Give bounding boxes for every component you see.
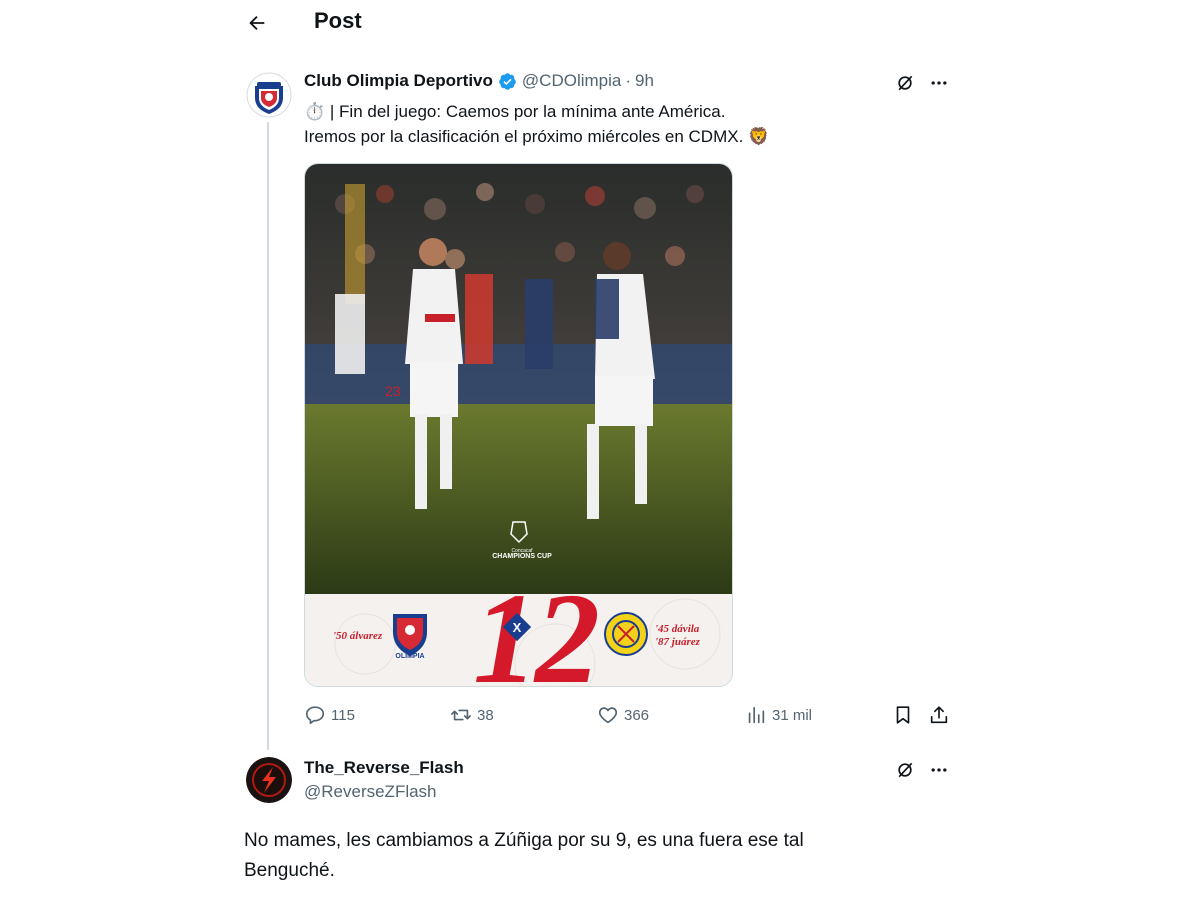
- bookmark-button[interactable]: [892, 704, 914, 726]
- views-button[interactable]: 31 mil: [745, 704, 812, 726]
- verified-badge-icon: [499, 72, 516, 90]
- heart-icon: [598, 707, 618, 724]
- more-icon: [931, 81, 947, 85]
- thread-line: [267, 122, 269, 750]
- post-text: ⏱️ | Fin del juego: Caemos por la mínima…: [304, 99, 864, 149]
- away-scorer: '87 juárez: [655, 636, 701, 648]
- repost-count: 38: [477, 706, 494, 724]
- separator-dot: ·: [625, 71, 632, 90]
- post-text-line: Iremos por la clasificación el próximo m…: [304, 127, 770, 146]
- olimpia-logo: [246, 72, 292, 118]
- page-header: Post: [0, 0, 1200, 44]
- reply-author-handle[interactable]: @ReverseZFlash: [304, 782, 464, 802]
- share-button[interactable]: [928, 704, 950, 726]
- away-team-badge: [604, 612, 648, 656]
- grok-button[interactable]: [895, 73, 915, 93]
- grok-button[interactable]: [895, 760, 915, 780]
- author-handle[interactable]: @CDOlimpia: [522, 71, 621, 91]
- post-top-actions: [895, 73, 949, 93]
- reply-count: 115: [331, 706, 355, 724]
- repost-icon: [451, 709, 471, 721]
- post-actions-bar: 115 38 366 31 mil: [304, 704, 950, 728]
- bookmark-icon: [896, 706, 910, 724]
- reply-button[interactable]: 115: [304, 704, 355, 726]
- post-text-line: ⏱️ | Fin del juego: Caemos por la mínima…: [304, 102, 726, 121]
- page-title: Post: [314, 8, 362, 33]
- reply-text-line: No mames, les cambiamos a Zúñiga por su …: [244, 830, 804, 851]
- svg-text:X: X: [513, 620, 522, 635]
- author-name[interactable]: Club Olimpia Deportivo: [304, 71, 493, 91]
- svg-text:OLIMPIA: OLIMPIA: [395, 653, 424, 660]
- home-team-badge: OLIMPIA: [393, 614, 427, 660]
- repost-button[interactable]: 38: [450, 704, 494, 726]
- views-count: 31 mil: [772, 706, 813, 724]
- post-media-image[interactable]: 23 Concacaf CHAMPIONS CUP '50 álvarez OL…: [304, 163, 733, 687]
- like-count: 366: [624, 706, 650, 724]
- reply-author-name[interactable]: The_Reverse_Flash: [304, 758, 464, 778]
- analytics-icon: [748, 706, 765, 724]
- more-icon: [931, 768, 947, 772]
- post-time[interactable]: 9h: [635, 71, 654, 91]
- like-button[interactable]: 366: [597, 704, 649, 726]
- reply-author-block: The_Reverse_Flash @ReverseZFlash: [304, 758, 464, 802]
- reply-icon: [305, 706, 325, 725]
- reply-text-line: Benguché.: [244, 860, 335, 881]
- reply-text: No mames, les cambiamos a Zúñiga por su …: [244, 826, 944, 886]
- share-icon: [930, 706, 948, 724]
- avatar[interactable]: [246, 757, 292, 803]
- arrow-left-icon: [249, 15, 265, 31]
- match-graphic: 23 Concacaf CHAMPIONS CUP '50 álvarez OL…: [305, 164, 732, 687]
- reply-top-actions: [895, 760, 949, 780]
- more-options-button[interactable]: [929, 760, 949, 780]
- back-button[interactable]: [242, 8, 272, 38]
- away-scorer: '45 dávila: [655, 623, 700, 635]
- more-options-button[interactable]: [929, 73, 949, 93]
- svg-text:CHAMPIONS CUP: CHAMPIONS CUP: [492, 553, 552, 560]
- reverse-flash-logo: [246, 757, 292, 803]
- away-score: 2: [533, 567, 600, 687]
- post-author-row: Club Olimpia Deportivo @CDOlimpia · 9h: [304, 71, 654, 91]
- home-scorers: '50 álvarez: [333, 630, 383, 642]
- player-number: 23: [385, 383, 401, 399]
- grok-icon: [898, 75, 913, 91]
- grok-icon: [898, 762, 913, 778]
- avatar[interactable]: [246, 72, 292, 118]
